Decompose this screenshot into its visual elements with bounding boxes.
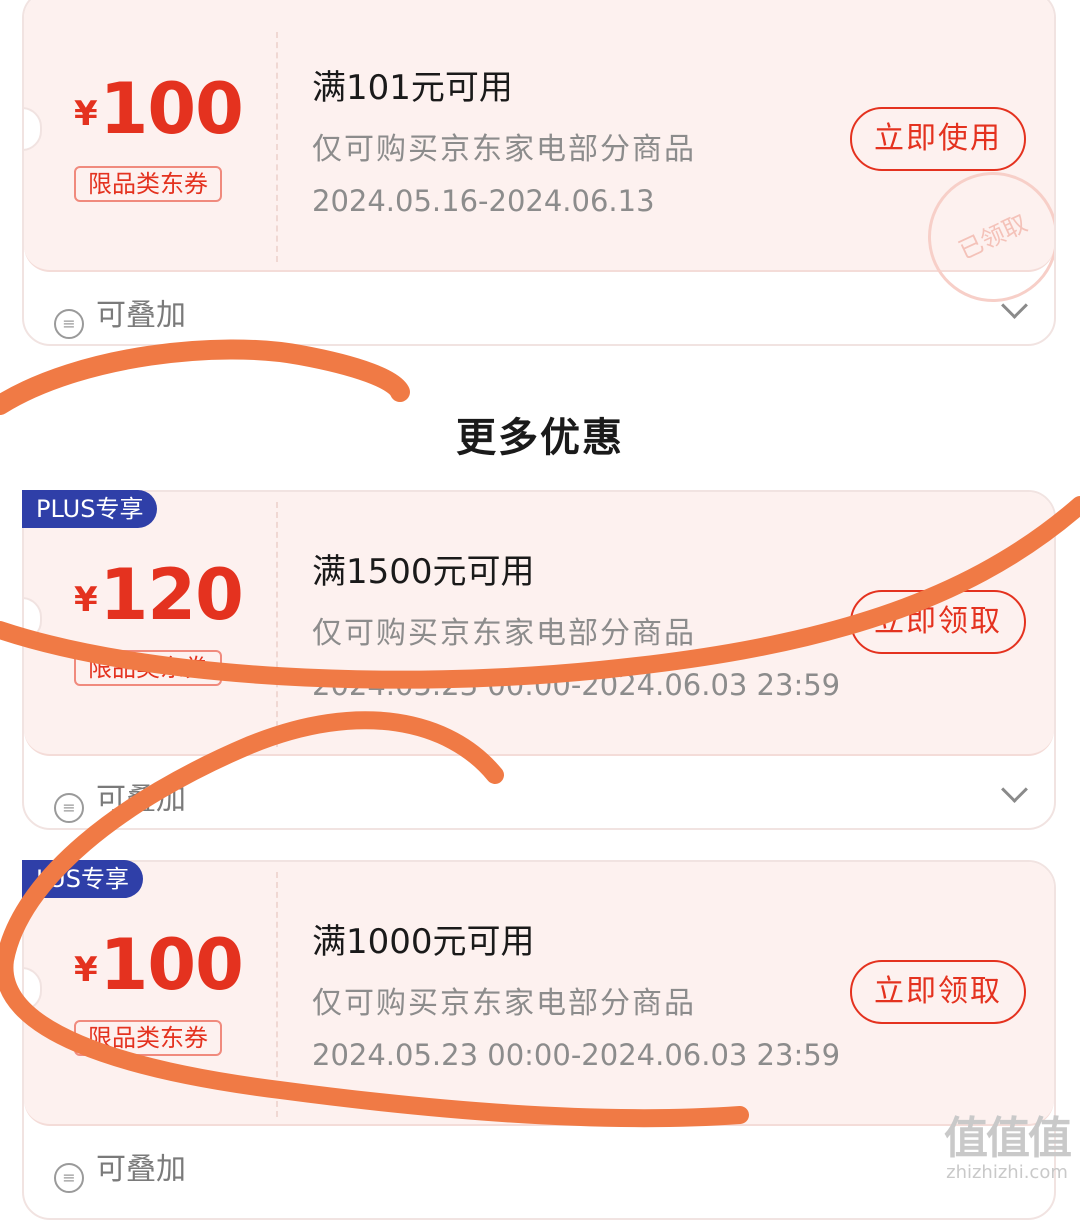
- coupon-price: ¥100: [74, 68, 244, 150]
- claim-now-button[interactable]: 立即领取: [850, 590, 1026, 654]
- dashed-divider: [276, 32, 278, 262]
- coupon-amount: 120: [99, 554, 244, 636]
- stackable-row: ≡ 可叠加: [54, 1144, 186, 1193]
- scribble-stroke-1: [0, 339, 410, 415]
- plus-exclusive-tag: PLUS专享: [22, 490, 158, 528]
- currency-symbol: ¥: [74, 94, 98, 134]
- stackable-row: ≡ 可叠加: [54, 290, 186, 339]
- coupon-body: ¥100 限品类东券 满101元可用 仅可购买京东家电部分商品 2024.05.…: [24, 0, 1054, 324]
- received-stamp: 已领取: [906, 150, 1054, 324]
- coupon-validity: 2024.05.23 00:00-2024.06.03 23:59: [312, 668, 841, 702]
- coupon-amount: 100: [99, 68, 244, 150]
- stackable-label: 可叠加: [96, 782, 186, 817]
- stack-icon: ≡: [54, 793, 84, 823]
- coupon-validity: 2024.05.23 00:00-2024.06.03 23:59: [312, 1038, 841, 1072]
- coupon-validity: 2024.05.16-2024.06.13: [312, 184, 655, 218]
- plus-exclusive-tag: LUS专享: [22, 860, 143, 898]
- coupon-amount: 100: [99, 924, 244, 1006]
- stack-icon: ≡: [54, 1163, 84, 1193]
- watermark-logo: 值值值: [944, 1113, 1072, 1164]
- ticket-notch: [24, 967, 42, 1011]
- category-badge: 限品类东券: [74, 166, 222, 202]
- site-watermark: 值值值 zhizhizhi.com: [944, 1113, 1072, 1183]
- stackable-label: 可叠加: [96, 298, 186, 333]
- chevron-down-icon[interactable]: [1001, 776, 1028, 803]
- ticket-notch: [24, 597, 42, 641]
- coupon-scope: 仅可购买京东家电部分商品: [312, 616, 696, 651]
- coupon-card-2: ¥120 限品类东券 满1500元可用 仅可购买京东家电部分商品 2024.05…: [22, 490, 1056, 830]
- watermark-site: zhizhizhi.com: [946, 1162, 1068, 1183]
- coupon-card-1: ¥100 限品类东券 满101元可用 仅可购买京东家电部分商品 2024.05.…: [22, 0, 1056, 346]
- currency-symbol: ¥: [74, 580, 98, 620]
- claim-now-button[interactable]: 立即领取: [850, 960, 1026, 1024]
- use-now-button[interactable]: 立即使用: [850, 107, 1026, 171]
- currency-symbol: ¥: [74, 950, 98, 990]
- coupon-body: ¥100 限品类东券 满1000元可用 仅可购买京东家电部分商品 2024.05…: [24, 862, 1054, 1126]
- coupon-condition: 满1000元可用: [312, 922, 535, 962]
- ticket-notch: [24, 107, 42, 151]
- stackable-row: ≡ 可叠加: [54, 774, 186, 823]
- coupon-body: ¥120 限品类东券 满1500元可用 仅可购买京东家电部分商品 2024.05…: [24, 492, 1054, 756]
- dashed-divider: [276, 502, 278, 747]
- coupon-scope: 仅可购买京东家电部分商品: [312, 986, 696, 1021]
- stack-icon: ≡: [54, 309, 84, 339]
- coupon-scope: 仅可购买京东家电部分商品: [312, 132, 696, 167]
- category-badge: 限品类东券: [74, 1020, 222, 1056]
- coupon-card-3: ¥100 限品类东券 满1000元可用 仅可购买京东家电部分商品 2024.05…: [22, 860, 1056, 1220]
- coupon-price: ¥120: [74, 554, 244, 636]
- dashed-divider: [276, 872, 278, 1117]
- stackable-label: 可叠加: [96, 1152, 186, 1187]
- section-title: 更多优惠: [456, 415, 624, 461]
- category-badge: 限品类东券: [74, 650, 222, 686]
- coupon-price: ¥100: [74, 924, 244, 1006]
- coupon-condition: 满1500元可用: [312, 552, 535, 592]
- coupon-condition: 满101元可用: [312, 68, 513, 108]
